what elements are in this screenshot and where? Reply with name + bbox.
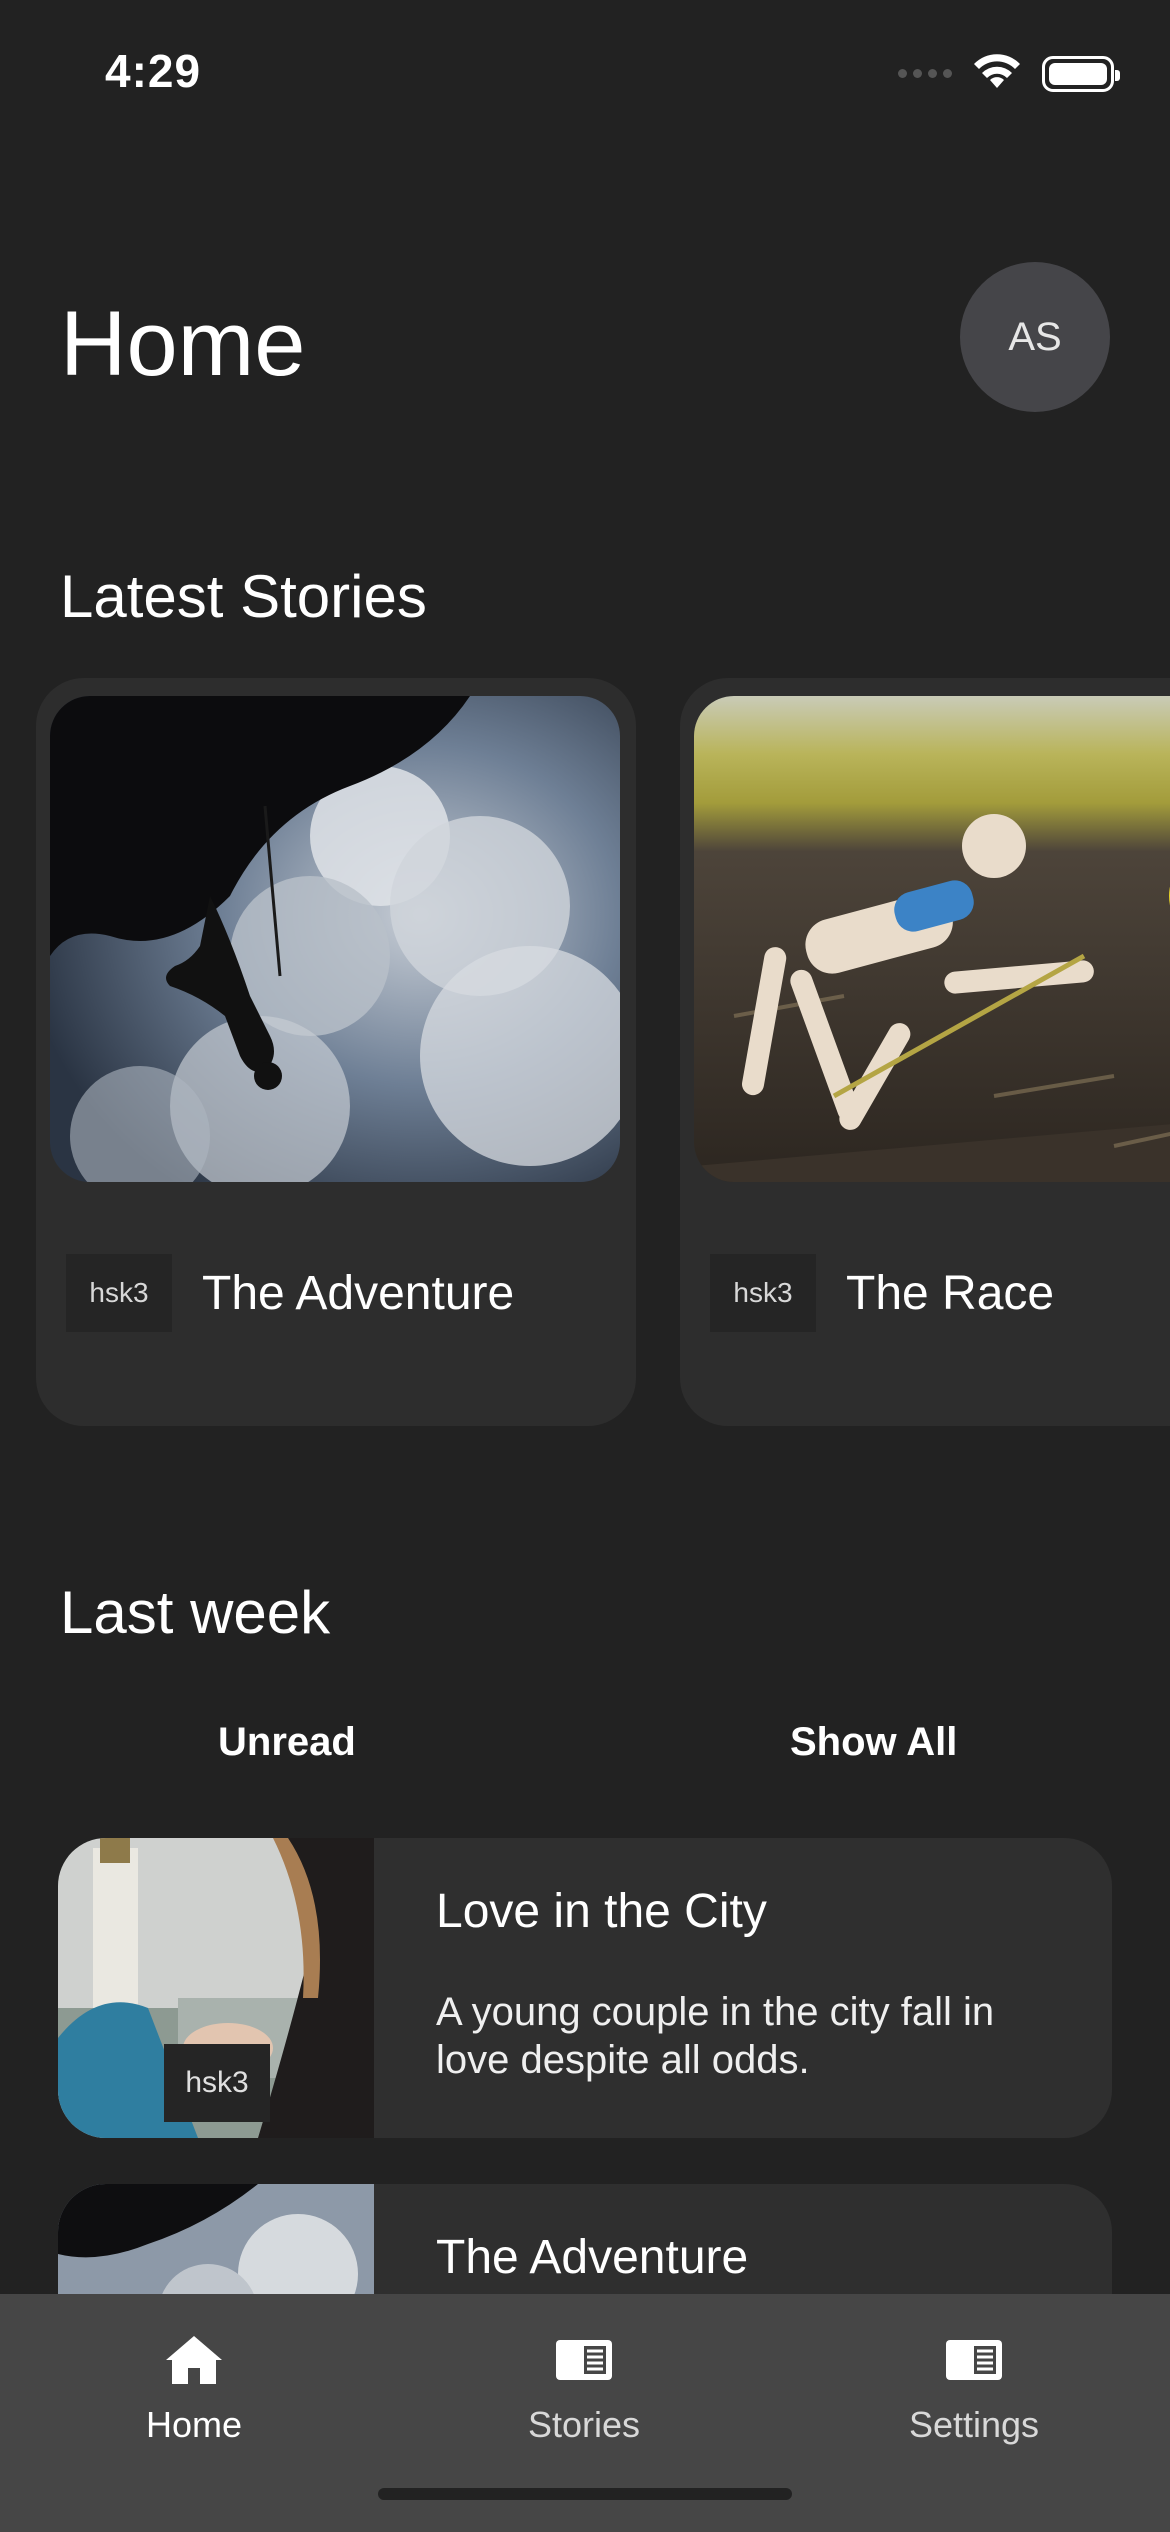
level-badge: hsk3: [164, 2044, 270, 2122]
settings-icon: [944, 2334, 1004, 2386]
battery-icon: [1042, 55, 1120, 92]
story-meta: hsk3 The Race: [694, 1254, 1170, 1332]
avatar[interactable]: AS: [960, 262, 1110, 412]
story-meta: hsk3 The Adventure: [50, 1254, 622, 1332]
level-badge: hsk3: [66, 1254, 172, 1332]
status-indicators: [898, 52, 1120, 95]
story-card[interactable]: hsk3 The Race: [680, 678, 1170, 1426]
level-badge: hsk3: [710, 1254, 816, 1332]
status-time: 4:29: [105, 45, 202, 97]
list-item-description: A young couple in the city fall in love …: [436, 1990, 995, 2082]
latest-stories-title: Latest Stories: [60, 563, 427, 630]
status-bar: 4:29: [0, 0, 1170, 150]
unread-filter-button[interactable]: Unread: [218, 1720, 356, 1765]
stories-icon: [554, 2334, 614, 2386]
show-all-filter-button[interactable]: Show All: [790, 1720, 957, 1765]
home-indicator: [378, 2488, 792, 2500]
tab-home[interactable]: Home: [74, 2334, 314, 2446]
story-title: The Race: [846, 1266, 1055, 1320]
last-week-title: Last week: [60, 1579, 331, 1646]
story-title: The Adventure: [202, 1266, 515, 1320]
story-image-race: [694, 696, 1170, 1182]
cellular-signal-icon: [898, 69, 952, 78]
tab-stories[interactable]: Stories: [464, 2334, 704, 2446]
story-card[interactable]: hsk3 The Adventure: [36, 678, 636, 1426]
tab-label: Settings: [908, 2404, 1040, 2445]
tab-label: Stories: [527, 2404, 641, 2445]
tab-settings[interactable]: Settings: [854, 2334, 1094, 2446]
list-item[interactable]: hsk3 Love in the City A young couple in …: [58, 1838, 1112, 2138]
latest-stories-carousel[interactable]: hsk3 The Adventure hsk3 The Race: [0, 678, 1170, 1428]
tab-label: Home: [145, 2404, 243, 2445]
story-image-adventure: [50, 696, 620, 1182]
page-title: Home: [60, 293, 306, 395]
list-item-title: Love in the City: [436, 1885, 767, 1938]
home-icon: [164, 2334, 224, 2386]
list-item-title: The Adventure: [436, 2231, 749, 2284]
wifi-icon: [972, 52, 1022, 95]
